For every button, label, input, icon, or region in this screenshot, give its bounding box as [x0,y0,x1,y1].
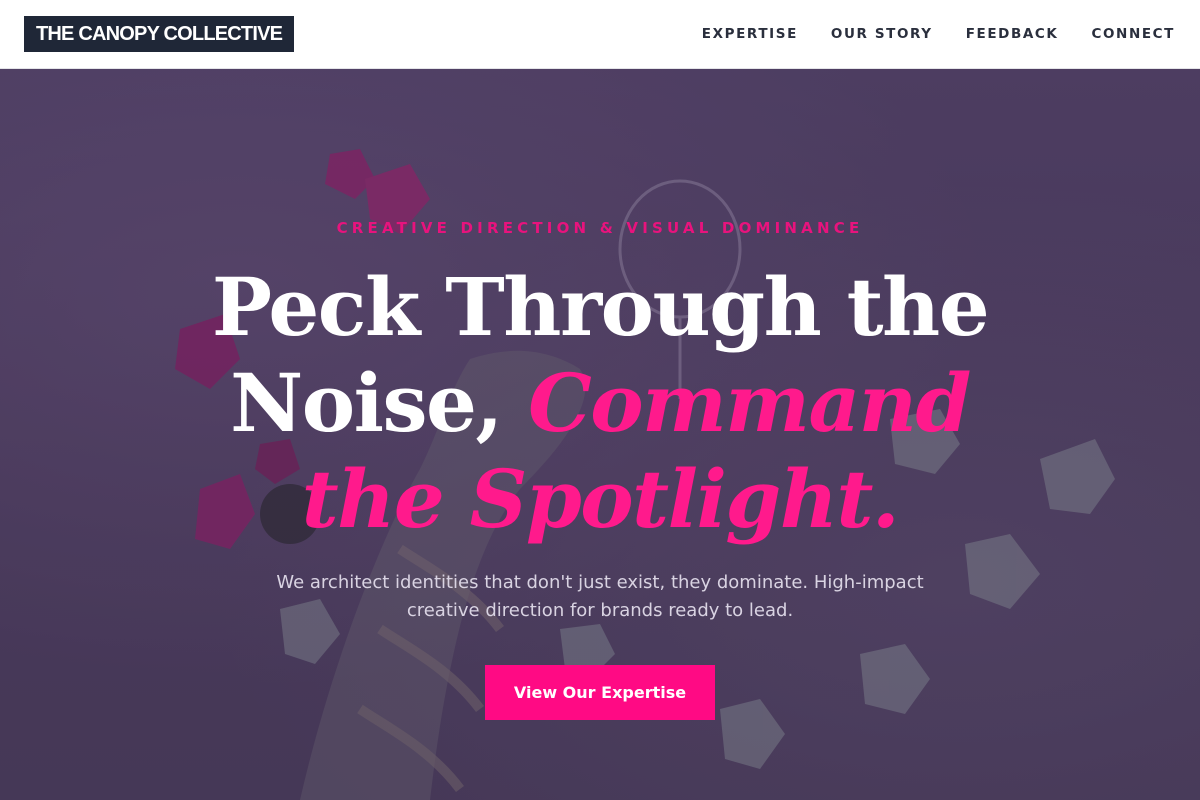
nav-link-our-story[interactable]: OUR STORY [831,26,933,42]
hero-headline: Peck Through the Noise, Command the Spot… [150,259,1050,547]
brand-logo[interactable]: THE CANOPY COLLECTIVE [24,16,295,52]
top-navbar: THE CANOPY COLLECTIVE EXPERTISE OUR STOR… [0,0,1200,69]
hero-eyebrow: CREATIVE DIRECTION & VISUAL DOMINANCE [336,219,864,237]
hero-section: CREATIVE DIRECTION & VISUAL DOMINANCE Pe… [0,69,1200,800]
main-nav: EXPERTISE OUR STORY FEEDBACK CONNECT [702,0,1175,68]
view-expertise-button[interactable]: View Our Expertise [485,665,715,720]
nav-link-connect[interactable]: CONNECT [1091,26,1175,42]
nav-link-feedback[interactable]: FEEDBACK [966,26,1059,42]
hero-content: CREATIVE DIRECTION & VISUAL DOMINANCE Pe… [0,69,1200,800]
nav-link-expertise[interactable]: EXPERTISE [702,26,798,42]
hero-subcopy: We architect identities that don't just … [276,572,924,621]
